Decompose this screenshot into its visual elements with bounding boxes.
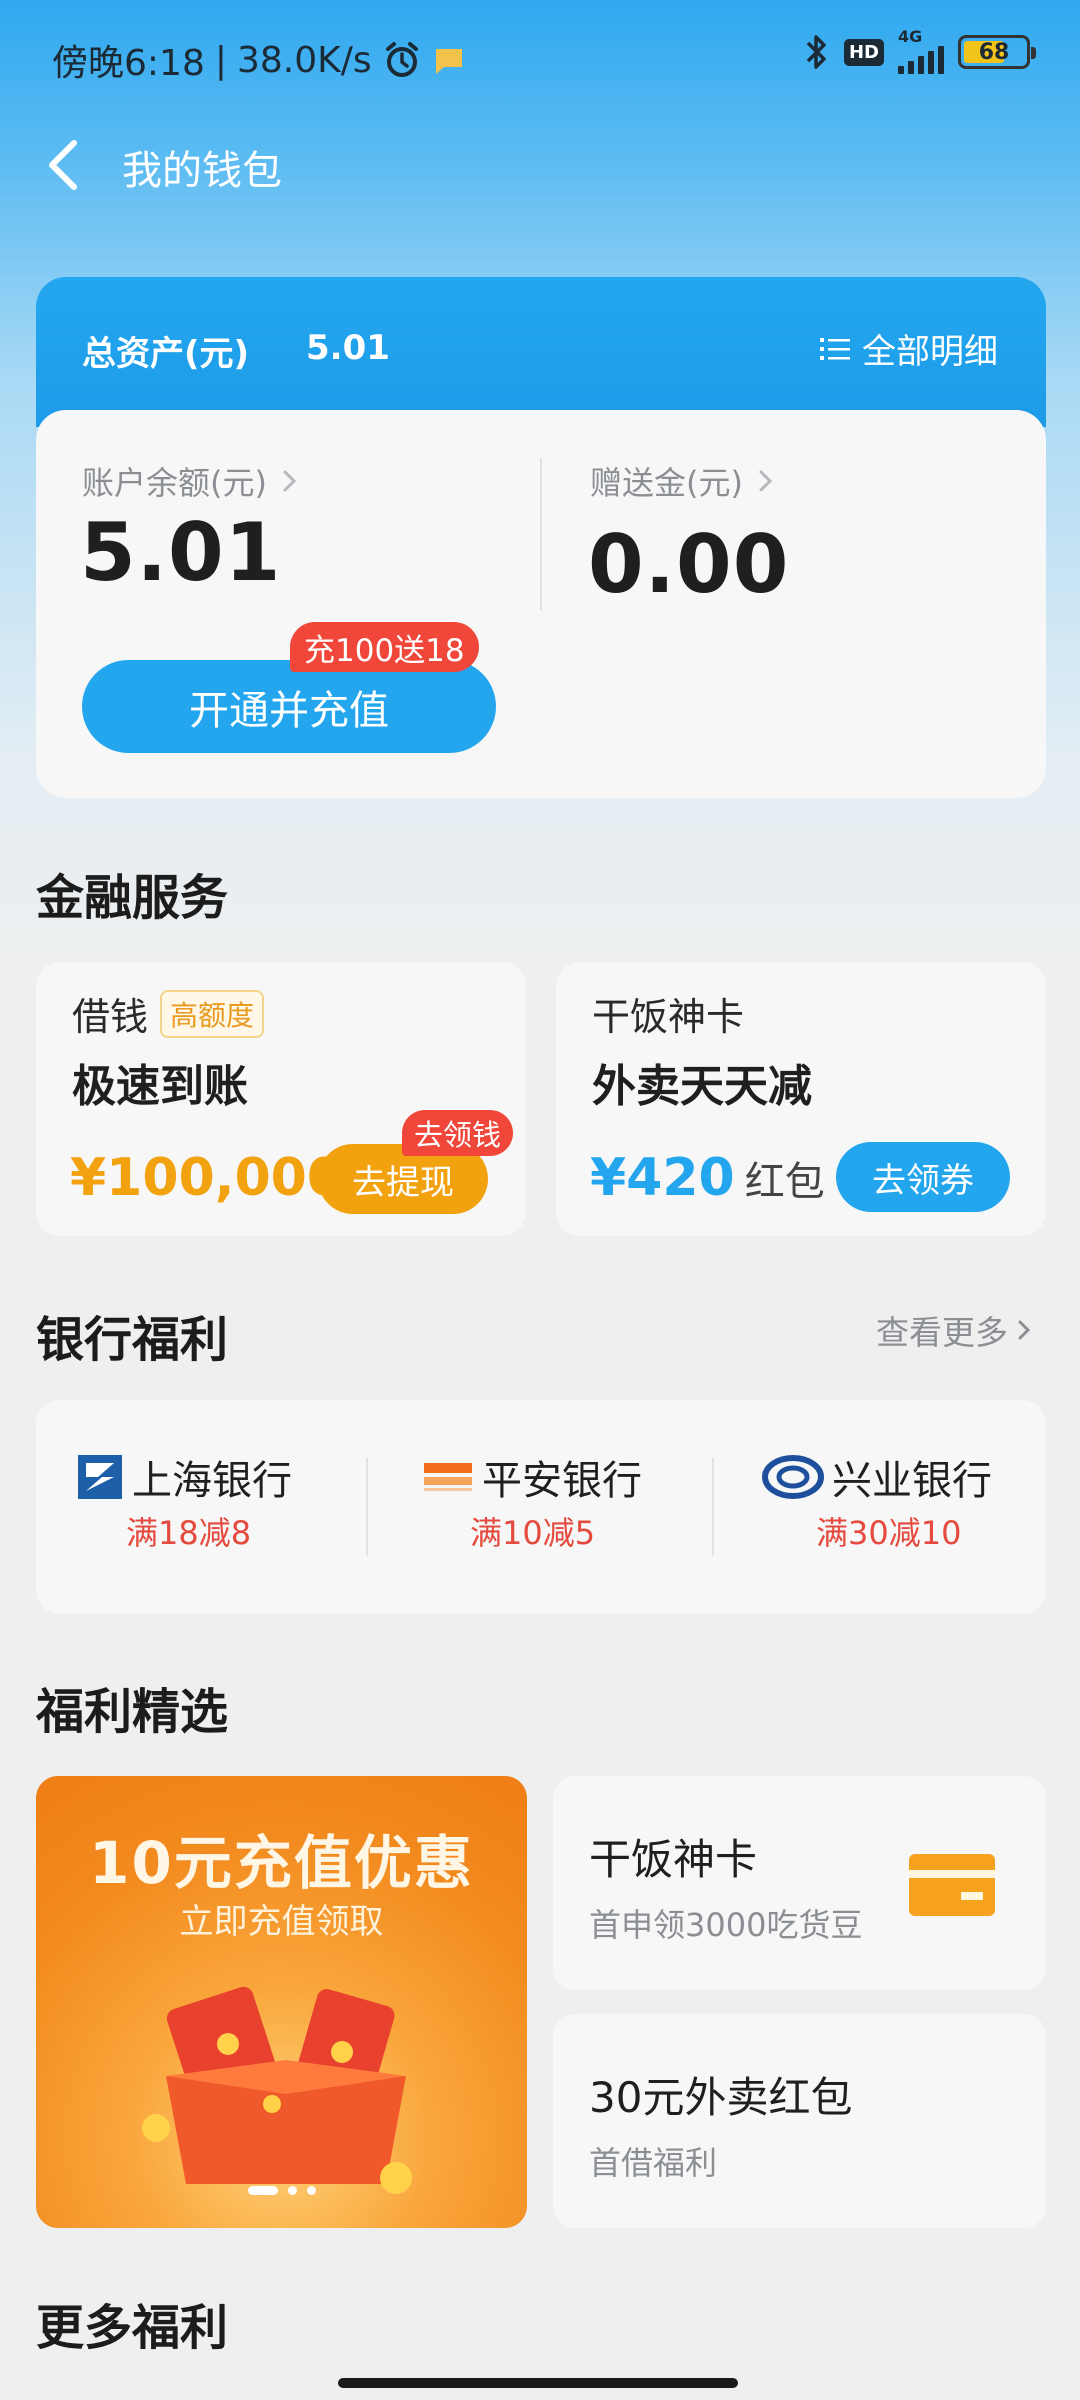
all-details-label: 全部明细: [862, 332, 998, 372]
bank-divider: [712, 1458, 714, 1556]
account-balance-link[interactable]: 账户余额(元): [82, 458, 299, 504]
bank-offer: 满30减10: [816, 1514, 962, 1552]
open-and-recharge-button[interactable]: 开通并充值: [82, 660, 496, 753]
banner-subtitle: 立即充值领取: [179, 1902, 384, 1942]
all-details-link[interactable]: 全部明细: [818, 324, 998, 373]
hd-badge: HD: [843, 38, 884, 66]
status-bar: 傍晚6:18 | 38.0K/s HD 4G 68: [0, 0, 1080, 110]
total-assets-value: 5.01: [306, 328, 390, 368]
bank-section-title: 银行福利: [36, 1312, 229, 1368]
card-icon: [909, 1854, 995, 1916]
loan-header: 借钱 高额度: [72, 986, 265, 1041]
welfare-card-title: 30元外卖红包: [589, 2073, 853, 2122]
carousel-dot: [306, 2186, 316, 2195]
battery-level: 68: [978, 39, 1010, 65]
bank-name-row: 上海银行: [76, 1448, 346, 1506]
loan-title: 极速到账: [72, 1061, 248, 1112]
view-more-label: 查看更多: [876, 1313, 1008, 1352]
chevron-right-icon: [283, 470, 297, 492]
bank-name-row: 兴业银行: [762, 1448, 1032, 1506]
account-balance-label: 账户余额(元): [82, 464, 267, 502]
bank-item-pingan[interactable]: 平安银行 满10减5: [422, 1448, 692, 1554]
pingan-bank-logo-icon: [424, 1463, 472, 1491]
banner-title: 10元充值优惠: [89, 1829, 474, 1897]
finance-section-title: 金融服务: [36, 870, 229, 926]
divider: [540, 458, 542, 610]
status-right: HD 4G 68: [804, 27, 1036, 74]
home-indicator[interactable]: [338, 2378, 738, 2388]
welfare-section-title: 福利精选: [36, 1684, 229, 1740]
loan-amount: ¥100,000: [70, 1148, 344, 1208]
bank-item-industrial[interactable]: 兴业银行 满30减10: [762, 1448, 1032, 1554]
recharge-promo-banner[interactable]: 10元充值优惠 立即充值领取: [36, 1776, 527, 2228]
signal-group: 4G: [898, 27, 944, 74]
chevron-right-icon: [759, 470, 773, 492]
total-assets-label: 总资产(元): [82, 334, 250, 374]
bank-item-shanghai[interactable]: 上海银行 满18减8: [76, 1448, 346, 1554]
welfare-card-sub: 首借福利: [589, 2144, 718, 2182]
bank-offer: 满10减5: [470, 1514, 596, 1552]
loan-sub-label: 借钱: [72, 995, 149, 1039]
bank-name: 平安银行: [482, 1458, 642, 1504]
network-type: 4G: [898, 27, 923, 46]
red-packet-amount: ¥420: [590, 1148, 735, 1208]
carousel-dot: [287, 2186, 297, 2195]
network-speed: 38.0K/s: [236, 39, 372, 81]
view-more-link[interactable]: 查看更多: [876, 1306, 1032, 1354]
page-title: 我的钱包: [122, 148, 282, 194]
bonus-balance-value: 0.00: [588, 518, 790, 611]
carousel-dot-active: [247, 2186, 278, 2195]
high-limit-tag: 高额度: [160, 989, 265, 1038]
meal-card-amount: ¥420 红包: [590, 1148, 825, 1208]
list-icon: [820, 337, 850, 360]
bank-offer: 满18减8: [126, 1514, 252, 1552]
red-envelope-gift-box-icon: [142, 1986, 412, 2194]
bonus-balance-label: 赠送金(元): [590, 464, 743, 502]
recharge-promo-badge: 充100送18: [290, 622, 479, 672]
welfare-card-takeout[interactable]: 30元外卖红包 首借福利: [553, 2014, 1046, 2228]
welfare-card-meal[interactable]: 干饭神卡 首申领3000吃货豆: [553, 1776, 1046, 1990]
bank-name: 兴业银行: [832, 1458, 992, 1504]
chevron-right-icon: [1018, 1320, 1031, 1340]
bank-divider: [366, 1458, 368, 1556]
more-section-title: 更多福利: [36, 2300, 229, 2356]
bank-name-row: 平安银行: [422, 1448, 692, 1506]
shanghai-bank-logo-icon: [78, 1455, 122, 1499]
bonus-balance-link[interactable]: 赠送金(元): [590, 458, 775, 504]
welfare-card-title: 干饭神卡: [589, 1835, 758, 1884]
bank-name: 上海银行: [132, 1458, 292, 1504]
welfare-card-sub: 首申领3000吃货豆: [589, 1906, 863, 1944]
status-time: 傍晚6:18: [52, 43, 205, 84]
meal-card-sub: 干饭神卡: [592, 995, 745, 1039]
carousel-dots: [36, 2186, 527, 2195]
back-icon[interactable]: [40, 135, 90, 195]
alarm-icon: [385, 42, 418, 77]
battery-icon: 68: [958, 35, 1036, 69]
get-money-badge: 去领钱: [402, 1110, 514, 1156]
account-balance-value: 5.01: [80, 506, 282, 599]
get-coupon-button[interactable]: 去领券: [836, 1142, 1010, 1212]
status-left: 傍晚6:18 | 38.0K/s: [52, 34, 466, 86]
meal-card-title: 外卖天天减: [592, 1061, 812, 1112]
industrial-bank-logo-icon: [762, 1455, 824, 1499]
signal-icon: [898, 44, 944, 74]
separator: |: [214, 39, 227, 81]
message-icon: [435, 49, 462, 74]
bluetooth-icon: [806, 35, 826, 69]
red-packet-unit: 红包: [744, 1159, 825, 1205]
